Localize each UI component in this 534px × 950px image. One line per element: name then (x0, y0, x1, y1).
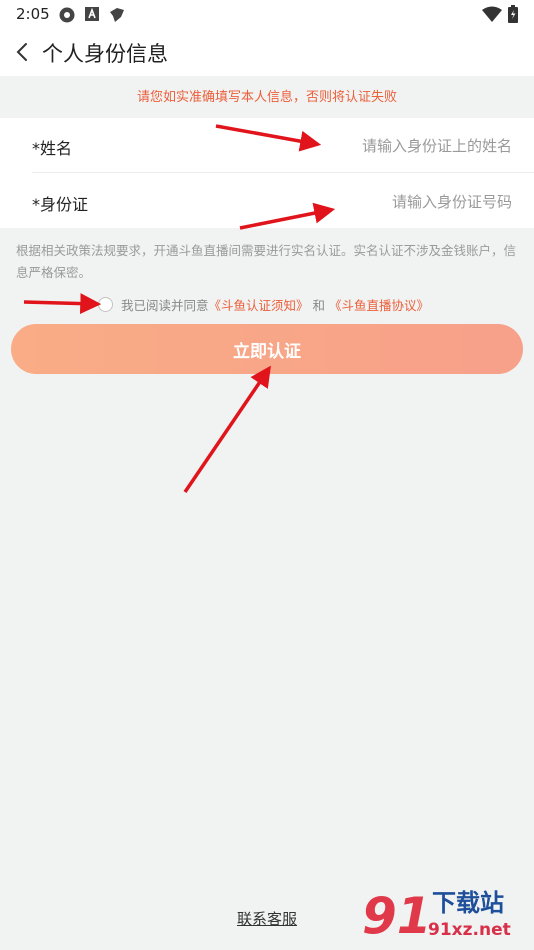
watermark-text: 下载站 (432, 889, 504, 917)
agreement-prefix: 我已阅读并同意 (121, 297, 209, 313)
id-row: *身份证 (32, 174, 534, 229)
app-bar: 个人身份信息 (0, 28, 534, 76)
battery-icon (508, 5, 518, 27)
policy-notice: 根据相关政策法规要求，开通斗鱼直播间需要进行实名认证。实名认证不涉及金钱账户，信… (16, 243, 517, 280)
site-watermark: 91 下载站 91xz.net (362, 888, 534, 950)
watermark-url: 91xz.net (428, 920, 511, 940)
name-input[interactable] (232, 132, 512, 160)
verify-now-button[interactable]: 立即认证 (11, 324, 523, 374)
shutter-icon (58, 6, 76, 28)
back-chevron-icon[interactable] (12, 40, 34, 64)
name-row: *姓名 (32, 118, 534, 173)
name-label: *姓名 (32, 139, 73, 158)
live-agreement-link[interactable]: 《斗鱼直播协议》 (329, 295, 429, 314)
id-number-input[interactable] (232, 188, 512, 216)
status-time: 2:05 (16, 5, 50, 23)
agreement-radio[interactable] (98, 296, 113, 312)
agreement-row: 我已阅读并同意 《斗鱼认证须知》 和 《斗鱼直播协议》 (98, 294, 429, 314)
wifi-icon (482, 6, 502, 26)
certification-notice-link[interactable]: 《斗鱼认证须知》 (209, 295, 309, 314)
app-icon (108, 6, 126, 28)
id-label: *身份证 (32, 195, 89, 214)
arrow-to-verify-button (183, 365, 271, 493)
page-title: 个人身份信息 (42, 42, 168, 66)
status-bar: 2:05 (0, 0, 534, 28)
identity-form: *姓名 *身份证 (0, 118, 534, 228)
arrow-to-agreement-radio (23, 293, 102, 315)
agreement-middle: 和 (308, 297, 329, 313)
a-badge-icon (84, 6, 100, 26)
warning-banner: 请您如实准确填写本人信息，否则将认证失败 (0, 78, 534, 118)
watermark-logo: 91 (362, 887, 432, 945)
